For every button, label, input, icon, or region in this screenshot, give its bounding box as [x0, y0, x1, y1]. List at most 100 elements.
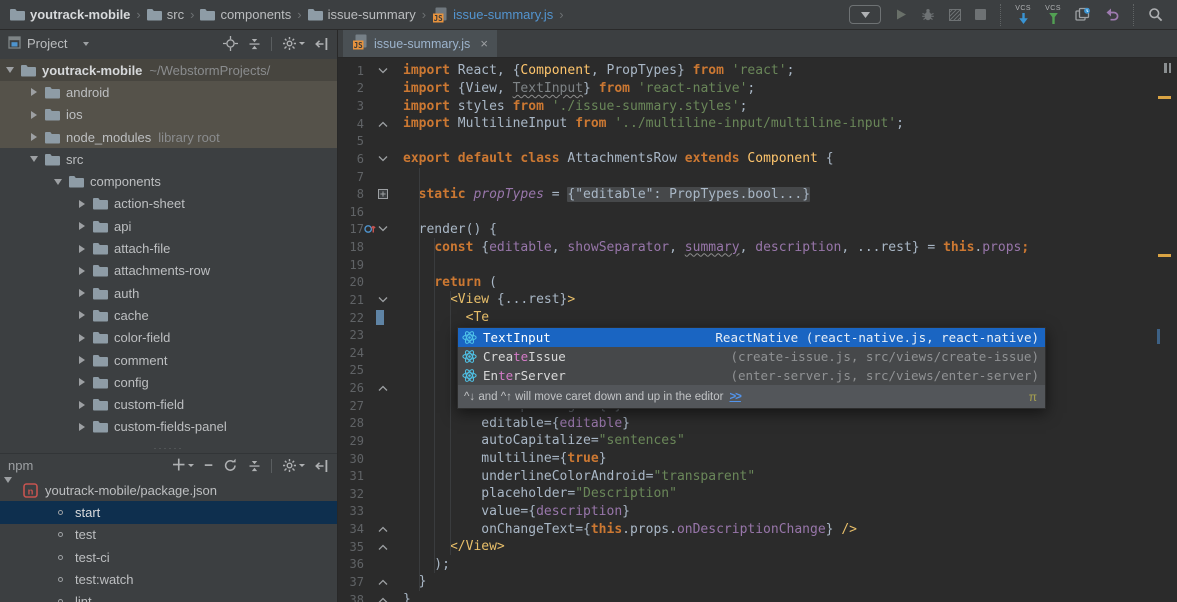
expand-arrow-icon[interactable]: [28, 88, 40, 96]
expand-arrow-icon[interactable]: [76, 356, 88, 364]
code-line-35[interactable]: 35 </View>: [338, 538, 1177, 556]
code-line-3[interactable]: 3import styles from './issue-summary.sty…: [338, 97, 1177, 115]
code-line-33[interactable]: 33 value={description}: [338, 503, 1177, 521]
gutter[interactable]: [364, 291, 403, 309]
npm-reload-icon[interactable]: [223, 458, 238, 473]
code-line-16[interactable]: 16: [338, 203, 1177, 221]
code-line-32[interactable]: 32 placeholder="Description": [338, 485, 1177, 503]
npm-item-lint[interactable]: lint: [0, 590, 337, 602]
breadcrumb-item-issue-summary.js[interactable]: JSissue-summary.js: [432, 7, 553, 23]
expand-arrow-icon[interactable]: [28, 133, 40, 141]
tree-item-comment[interactable]: comment: [0, 349, 337, 371]
tree-item-api[interactable]: api: [0, 215, 337, 237]
code-line-2[interactable]: 2import {View, TextInput} from 'react-na…: [338, 80, 1177, 98]
gutter[interactable]: [364, 274, 403, 292]
code-line-28[interactable]: 28 editable={editable}: [338, 415, 1177, 433]
tree-item-ios[interactable]: ios: [0, 104, 337, 126]
fold-up-icon[interactable]: [378, 526, 388, 533]
gutter[interactable]: [364, 133, 403, 151]
expand-arrow-icon[interactable]: [76, 334, 88, 342]
breadcrumb-item-issue-summary[interactable]: issue-summary: [308, 7, 416, 22]
gutter[interactable]: [364, 362, 403, 380]
npm-item-test-ci[interactable]: test-ci: [0, 546, 337, 568]
fold-plus-icon[interactable]: [378, 189, 388, 199]
tree-item-attachments-row[interactable]: attachments-row: [0, 260, 337, 282]
run-config-dropdown[interactable]: [849, 5, 881, 24]
code-line-8[interactable]: 8 static propTypes = {"editable": PropTy…: [338, 185, 1177, 203]
code-line-38[interactable]: 38}: [338, 591, 1177, 602]
code-line-29[interactable]: 29 autoCapitalize="sentences": [338, 432, 1177, 450]
gutter[interactable]: [364, 185, 403, 203]
code-line-19[interactable]: 19: [338, 256, 1177, 274]
gutter[interactable]: [364, 326, 403, 344]
tree-item-cache[interactable]: cache: [0, 304, 337, 326]
gutter[interactable]: [364, 379, 403, 397]
code-line-21[interactable]: 21 <View {...rest}>: [338, 291, 1177, 309]
fold-up-icon[interactable]: [378, 578, 388, 585]
npm-add-icon[interactable]: ＋: [171, 459, 194, 473]
tree-item-auth[interactable]: auth: [0, 282, 337, 304]
gutter[interactable]: [364, 503, 403, 521]
expand-arrow-icon[interactable]: [28, 111, 40, 119]
completion-item-EnterServer[interactable]: EnterServer(enter-server.js, src/views/e…: [458, 366, 1045, 385]
override-method-icon[interactable]: [364, 223, 376, 235]
expand-arrow-icon[interactable]: [76, 423, 88, 431]
gutter[interactable]: [364, 203, 403, 221]
search-everywhere-button[interactable]: [1148, 7, 1163, 22]
fold-up-icon[interactable]: [378, 120, 388, 127]
chevron-down-icon[interactable]: [83, 42, 89, 46]
gutter[interactable]: [364, 115, 403, 133]
gutter[interactable]: [364, 467, 403, 485]
expand-arrow-icon[interactable]: [76, 200, 88, 208]
gutter[interactable]: [364, 520, 403, 538]
fold-down-icon[interactable]: [378, 67, 388, 74]
project-locate-icon[interactable]: [223, 36, 238, 51]
breadcrumb-item-youtrack-mobile[interactable]: youtrack-mobile: [10, 7, 130, 22]
gutter[interactable]: [364, 168, 403, 186]
tree-item-android[interactable]: android: [0, 81, 337, 103]
npm-gear-icon[interactable]: [282, 458, 305, 473]
tree-item-config[interactable]: config: [0, 371, 337, 393]
project-gear-icon[interactable]: [282, 36, 305, 51]
code-line-17[interactable]: 17 render() {: [338, 221, 1177, 239]
stop-button[interactable]: [975, 9, 986, 20]
gutter[interactable]: [364, 485, 403, 503]
project-hide-icon[interactable]: [315, 37, 329, 51]
gutter[interactable]: [364, 432, 403, 450]
inspections-indicator-icon[interactable]: [1164, 63, 1171, 73]
project-panel-title[interactable]: Project: [27, 36, 67, 51]
editor-tab-issue-summary[interactable]: JS issue-summary.js ×: [343, 30, 497, 57]
fold-down-icon[interactable]: [378, 226, 388, 233]
gutter[interactable]: [364, 538, 403, 556]
stripe-caret-mark[interactable]: [1157, 329, 1160, 344]
completion-item-CreateIssue[interactable]: CreateIssue(create-issue.js, src/views/c…: [458, 347, 1045, 366]
tree-item-custom-field[interactable]: custom-field: [0, 393, 337, 415]
gutter[interactable]: [364, 591, 403, 602]
npm-hide-icon[interactable]: [315, 459, 329, 473]
close-icon[interactable]: ×: [480, 36, 488, 51]
vcs-update-button[interactable]: VCS: [1015, 5, 1031, 25]
npm-item-start[interactable]: start: [0, 501, 337, 523]
panel-splitter[interactable]: ······: [0, 443, 337, 453]
npm-item-youtrack-mobile/package.json[interactable]: nyoutrack-mobile/package.json: [0, 479, 337, 501]
tree-item-src[interactable]: src: [0, 148, 337, 170]
local-history-button[interactable]: [1075, 7, 1091, 22]
npm-item-test:watch[interactable]: test:watch: [0, 568, 337, 590]
debug-button[interactable]: [921, 8, 935, 21]
gutter[interactable]: [364, 415, 403, 433]
code-line-22[interactable]: 22 <Te: [338, 309, 1177, 327]
npm-remove-icon[interactable]: −: [204, 459, 213, 473]
code-line-30[interactable]: 30 multiline={true}: [338, 450, 1177, 468]
code-line-7[interactable]: 7: [338, 168, 1177, 186]
npm-panel-title[interactable]: npm: [8, 458, 33, 473]
fold-up-icon[interactable]: [378, 385, 388, 392]
expand-arrow-icon[interactable]: [76, 245, 88, 253]
vcs-commit-button[interactable]: VCS: [1045, 5, 1061, 25]
expand-arrow-icon[interactable]: [76, 289, 88, 297]
completion-item-TextInput[interactable]: TextInputReactNative (react-native.js, r…: [458, 328, 1045, 347]
coverage-button[interactable]: [949, 9, 961, 21]
fold-down-icon[interactable]: [378, 155, 388, 162]
expand-arrow-icon[interactable]: [76, 378, 88, 386]
code-line-36[interactable]: 36 );: [338, 556, 1177, 574]
gutter[interactable]: [364, 80, 403, 98]
